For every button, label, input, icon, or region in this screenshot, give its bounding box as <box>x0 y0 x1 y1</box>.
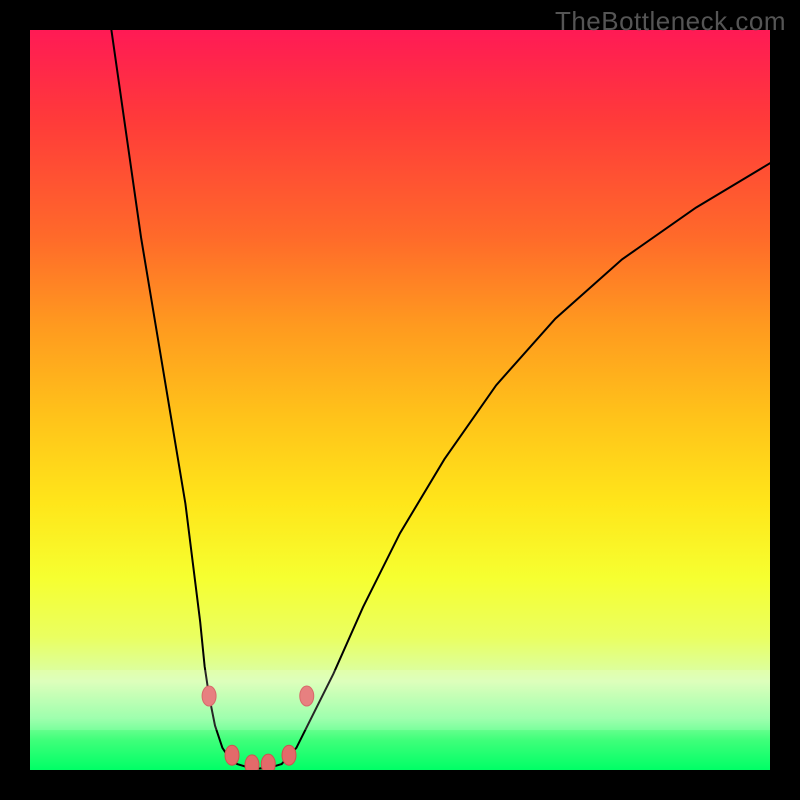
threshold-dot <box>300 686 314 706</box>
curve-left-branch <box>111 30 244 766</box>
threshold-dot <box>261 754 275 770</box>
curve-valley <box>245 764 282 768</box>
plot-area <box>30 30 770 770</box>
watermark-label: TheBottleneck.com <box>555 6 786 37</box>
threshold-dot <box>225 745 239 765</box>
curve-right-branch <box>282 163 770 764</box>
threshold-dot <box>282 745 296 765</box>
chart-frame: TheBottleneck.com <box>0 0 800 800</box>
curve-layer <box>30 30 770 770</box>
threshold-markers <box>202 686 314 770</box>
threshold-dot <box>202 686 216 706</box>
threshold-dot <box>245 755 259 770</box>
